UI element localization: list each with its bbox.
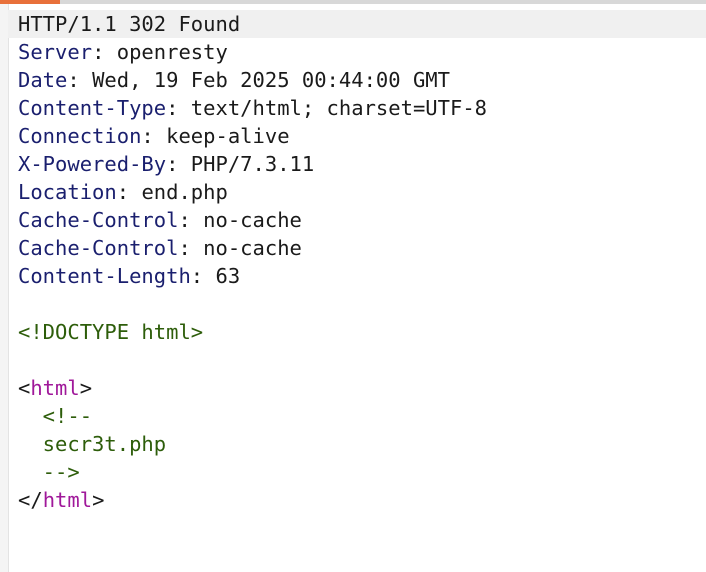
header-key: Content-Type xyxy=(18,96,167,120)
comment-text: secr3t.php xyxy=(18,432,167,456)
header-line-content-type: Content-Type: text/html; charset=UTF-8 xyxy=(18,94,706,122)
header-value: PHP/7.3.11 xyxy=(190,152,315,176)
header-key: X-Powered-By xyxy=(18,152,167,176)
http-response-viewer[interactable]: HTTP/1.1 302 Found Server: openresty Dat… xyxy=(0,0,706,572)
header-separator: : xyxy=(178,236,204,260)
header-key: Location xyxy=(18,180,117,204)
header-key: Connection xyxy=(18,124,142,148)
body-html-close-line: </html> xyxy=(18,486,706,514)
tag-bracket: < xyxy=(18,376,31,400)
header-separator: : xyxy=(166,152,191,176)
status-line: HTTP/1.1 302 Found xyxy=(8,10,706,38)
response-text[interactable]: HTTP/1.1 302 Found Server: openresty Dat… xyxy=(8,10,706,514)
header-value: Wed, 19 Feb 2025 00:44:00 GMT xyxy=(92,68,450,92)
header-separator: : xyxy=(178,208,204,232)
header-separator: : xyxy=(92,40,117,64)
comment-open: <!-- xyxy=(18,404,93,428)
doctype-declaration: <!DOCTYPE html> xyxy=(18,320,204,344)
header-line-cache-control: Cache-Control: no-cache xyxy=(18,234,706,262)
header-line-server: Server: openresty xyxy=(18,38,706,66)
tag-name: html xyxy=(42,488,93,512)
tag-bracket: </ xyxy=(18,488,43,512)
tag-bracket: > xyxy=(79,376,93,400)
header-separator: : xyxy=(141,124,167,148)
header-separator: : xyxy=(190,264,216,288)
status-line-text: HTTP/1.1 302 Found xyxy=(18,12,241,36)
header-key: Cache-Control xyxy=(18,208,179,232)
top-border xyxy=(0,0,706,4)
header-line-location: Location: end.php xyxy=(18,178,706,206)
header-key: Cache-Control xyxy=(18,236,179,260)
header-key: Server xyxy=(18,40,93,64)
tag-name: html xyxy=(30,376,80,400)
header-line-cache-control: Cache-Control: no-cache xyxy=(18,206,706,234)
left-gutter xyxy=(0,4,9,572)
header-line-date: Date: Wed, 19 Feb 2025 00:44:00 GMT xyxy=(18,66,706,94)
header-key: Date xyxy=(18,68,68,92)
header-value: 63 xyxy=(215,264,241,288)
header-separator: : xyxy=(67,68,93,92)
header-value: text/html; charset=UTF-8 xyxy=(190,96,488,120)
body-comment-text-line: secr3t.php xyxy=(18,430,706,458)
header-value: end.php xyxy=(141,180,228,204)
header-value: openresty xyxy=(116,40,228,64)
comment-close: --> xyxy=(18,460,80,484)
tag-bracket: > xyxy=(92,488,105,512)
header-value: no-cache xyxy=(203,236,302,260)
header-line-x-powered-by: X-Powered-By: PHP/7.3.11 xyxy=(18,150,706,178)
header-separator: : xyxy=(166,96,191,120)
header-value: keep-alive xyxy=(166,124,290,148)
active-tab-indicator xyxy=(0,0,60,4)
header-separator: : xyxy=(116,180,142,204)
body-comment-open-line: <!-- xyxy=(18,402,706,430)
body-doctype-line: <!DOCTYPE html> xyxy=(18,318,706,346)
header-line-connection: Connection: keep-alive xyxy=(18,122,706,150)
header-value: no-cache xyxy=(203,208,302,232)
body-comment-close-line: --> xyxy=(18,458,706,486)
header-line-content-length: Content-Length: 63 xyxy=(18,262,706,290)
body-html-open-line: <html> xyxy=(18,374,706,402)
header-key: Content-Length xyxy=(18,264,191,288)
